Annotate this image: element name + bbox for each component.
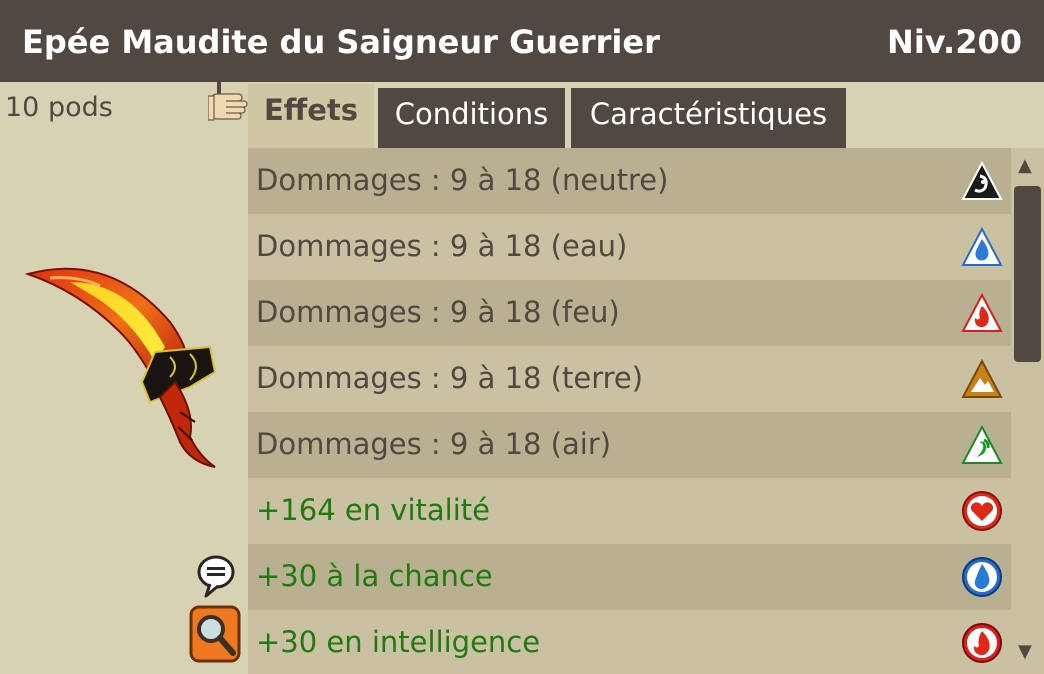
- effect-text: Dommages : 9 à 18 (eau): [256, 229, 628, 263]
- equip-hand-icon[interactable]: [208, 82, 248, 132]
- water-element-icon: [961, 226, 1003, 266]
- effect-row-water: Dommages : 9 à 18 (eau): [248, 214, 1011, 280]
- tab-effets[interactable]: Effets: [248, 84, 374, 148]
- item-level: Niv.200: [887, 23, 1022, 61]
- effect-text: +30 à la chance: [256, 559, 493, 593]
- neutral-element-icon: [961, 160, 1003, 200]
- effect-row-chance: +30 à la chance: [248, 544, 1011, 610]
- effect-row-air: Dommages : 9 à 18 (air): [248, 412, 1011, 478]
- intelligence-fire-icon: [962, 623, 1002, 663]
- chat-bubble-icon[interactable]: [196, 554, 236, 600]
- tab-caracteristiques[interactable]: Caractéristiques: [571, 88, 846, 148]
- earth-element-icon: [961, 358, 1003, 398]
- effect-row-fire: Dommages : 9 à 18 (feu): [248, 280, 1011, 346]
- effect-row-earth: Dommages : 9 à 18 (terre): [248, 346, 1011, 412]
- effect-text: Dommages : 9 à 18 (feu): [256, 295, 620, 329]
- tab-conditions[interactable]: Conditions: [378, 88, 565, 148]
- item-weight: 10 pods: [5, 92, 113, 123]
- item-tabs: Effets Conditions Caractéristiques: [248, 82, 1044, 148]
- effects-list: Dommages : 9 à 18 (neutre) Dommages : 9 …: [248, 148, 1011, 674]
- effect-text: Dommages : 9 à 18 (neutre): [256, 163, 669, 197]
- vitality-heart-icon: [962, 491, 1002, 531]
- effect-row-intelligence: +30 en intelligence: [248, 610, 1011, 674]
- effect-text: Dommages : 9 à 18 (terre): [256, 361, 644, 395]
- fire-element-icon: [961, 292, 1003, 332]
- scrollbar-thumb[interactable]: [1014, 186, 1041, 362]
- effect-text: Dommages : 9 à 18 (air): [256, 427, 612, 461]
- air-element-icon: [961, 424, 1003, 464]
- cursed-sword-image: [24, 267, 217, 468]
- inspect-magnifier-icon[interactable]: [189, 605, 241, 663]
- effect-text: +30 en intelligence: [256, 625, 541, 659]
- scroll-down-arrow-icon[interactable]: ▼: [1018, 642, 1032, 662]
- item-name: Epée Maudite du Saigneur Guerrier: [22, 23, 660, 61]
- chance-water-drop-icon: [962, 557, 1002, 597]
- effects-scrollbar[interactable]: ▲ ▼: [1011, 148, 1044, 674]
- effect-text: +164 en vitalité: [256, 493, 490, 527]
- scroll-up-arrow-icon[interactable]: ▲: [1018, 156, 1032, 176]
- item-preview-panel: 10 pods: [0, 82, 248, 674]
- effect-row-neutral: Dommages : 9 à 18 (neutre): [248, 148, 1011, 214]
- item-header: Epée Maudite du Saigneur Guerrier Niv.20…: [0, 0, 1044, 82]
- effect-row-vitality: +164 en vitalité: [248, 478, 1011, 544]
